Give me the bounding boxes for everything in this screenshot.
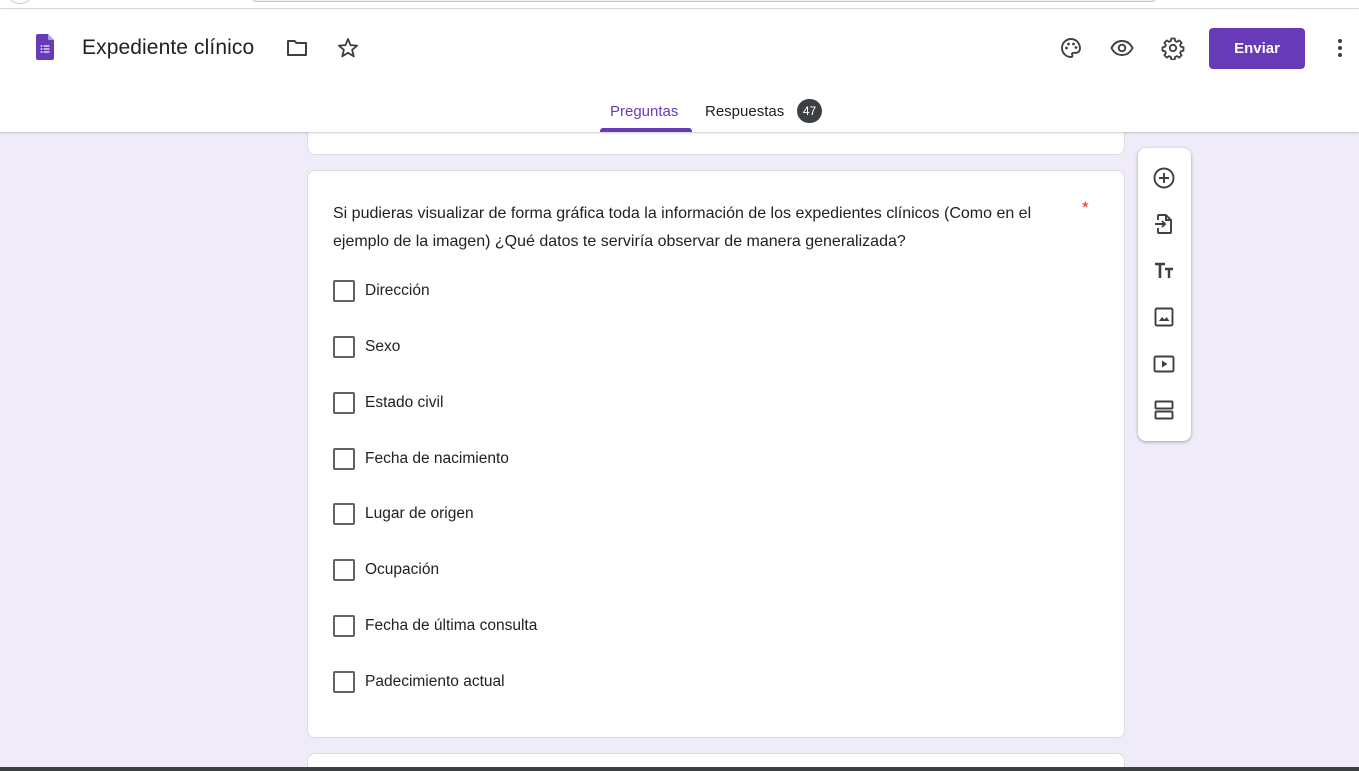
option-fecha-nacimiento[interactable]: Fecha de nacimiento — [333, 447, 509, 471]
checkbox[interactable] — [333, 559, 355, 581]
taskbar-edge — [0, 767, 1359, 771]
option-label: Fecha de última consulta — [365, 617, 538, 634]
option-label: Estado civil — [365, 394, 444, 411]
browser-button-edge[interactable] — [6, 0, 34, 4]
tab-respuestas[interactable]: Respuestas — [705, 103, 784, 120]
add-section-icon[interactable] — [1151, 397, 1177, 423]
option-label: Ocupación — [365, 561, 440, 578]
add-question-icon[interactable] — [1151, 165, 1177, 191]
checkbox[interactable] — [333, 280, 355, 302]
import-questions-icon[interactable] — [1151, 211, 1177, 237]
question-text: Si pudieras visualizar de forma gráfica … — [333, 205, 1032, 250]
required-asterisk: * — [1082, 198, 1089, 217]
option-padecimiento-actual[interactable]: Padecimiento actual — [333, 670, 505, 694]
option-direccion[interactable]: Dirección — [333, 279, 430, 303]
option-fecha-ultima-consulta[interactable]: Fecha de última consulta — [333, 614, 537, 638]
question-card[interactable]: Si pudieras visualizar de forma gráfica … — [307, 170, 1125, 738]
checkbox[interactable] — [333, 503, 355, 525]
active-tab-indicator — [600, 128, 692, 132]
add-title-icon[interactable] — [1151, 258, 1177, 284]
address-bar-edge[interactable] — [252, 0, 1156, 2]
option-ocupacion[interactable]: Ocupación — [333, 558, 439, 582]
checkbox[interactable] — [333, 615, 355, 637]
checkbox[interactable] — [333, 671, 355, 693]
responses-count-badge: 47 — [797, 99, 822, 123]
option-label: Lugar de origen — [365, 505, 474, 522]
option-estado-civil[interactable]: Estado civil — [333, 391, 443, 415]
tab-preguntas[interactable]: Preguntas — [610, 103, 678, 120]
forms-header: Expediente clínico Enviar Preguntas Resp… — [0, 9, 1359, 132]
option-lugar-origen[interactable]: Lugar de origen — [333, 502, 474, 526]
option-label: Dirección — [365, 282, 430, 299]
option-label: Sexo — [365, 338, 401, 355]
floating-toolbar — [1138, 148, 1191, 441]
browser-chrome-strip — [0, 0, 1359, 9]
checkbox[interactable] — [333, 336, 355, 358]
add-image-icon[interactable] — [1151, 304, 1177, 330]
checkbox[interactable] — [333, 392, 355, 414]
tab-bar: Preguntas Respuestas 47 — [0, 9, 1359, 132]
add-video-icon[interactable] — [1151, 351, 1177, 377]
checkbox[interactable] — [333, 448, 355, 470]
option-label: Padecimiento actual — [365, 673, 505, 690]
option-label: Fecha de nacimiento — [365, 450, 509, 467]
option-sexo[interactable]: Sexo — [333, 335, 400, 359]
